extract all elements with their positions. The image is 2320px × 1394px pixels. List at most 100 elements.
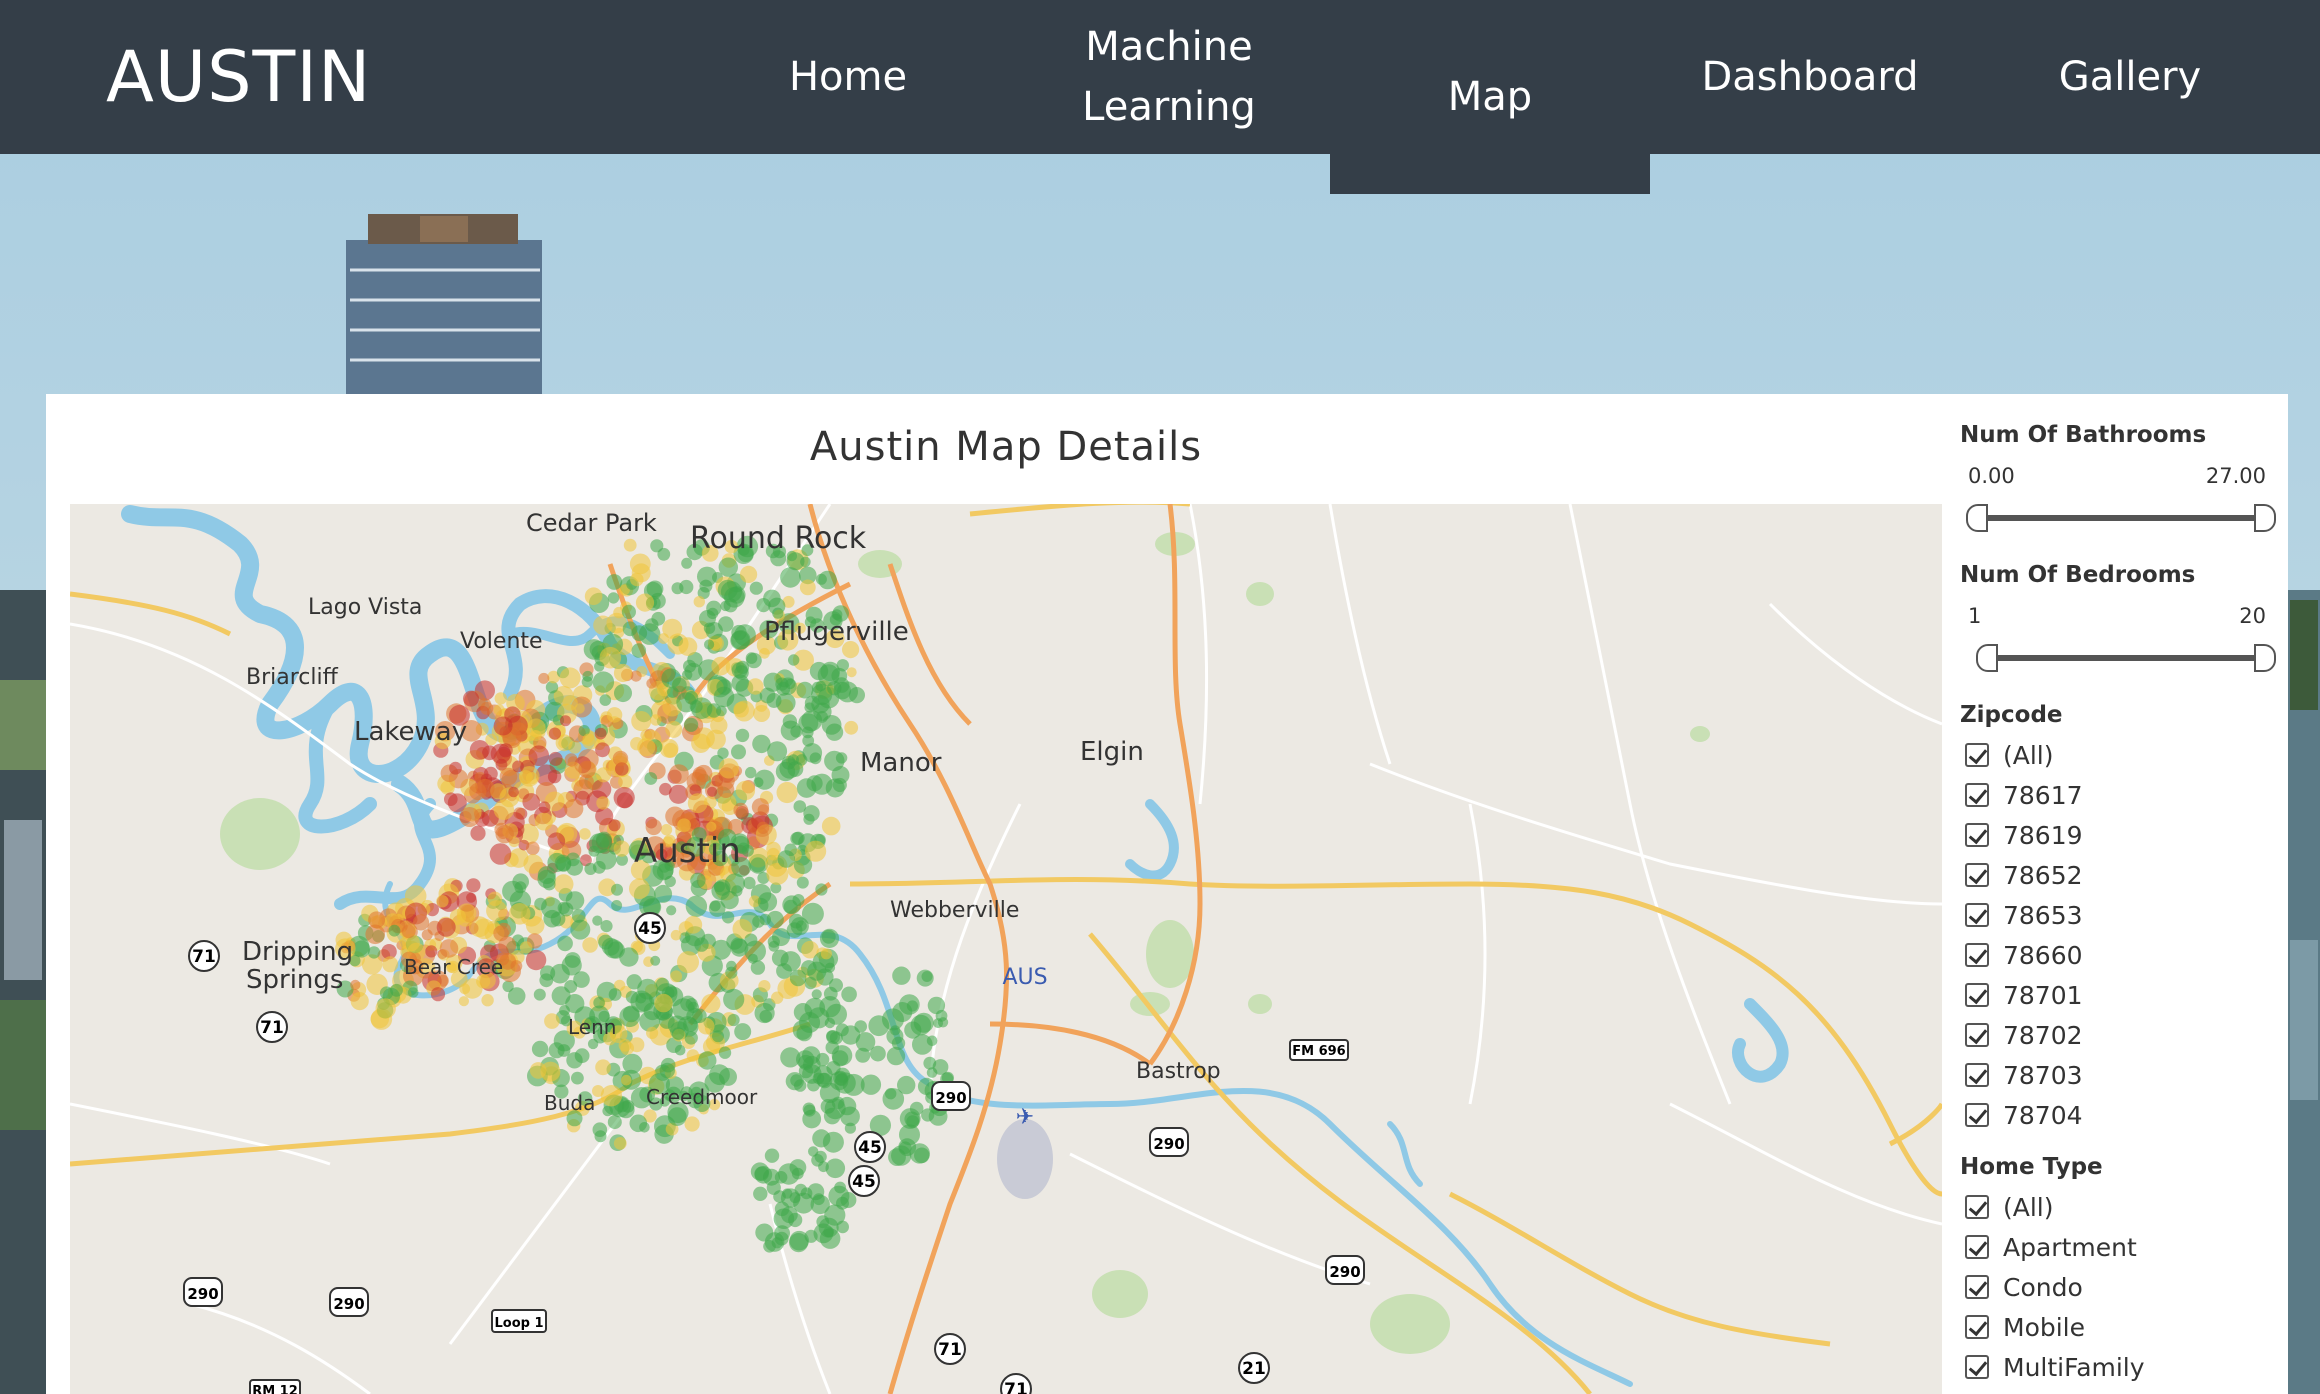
- price-dot: [695, 764, 713, 783]
- price-dot: [763, 589, 781, 608]
- price-dot: [716, 679, 733, 695]
- price-dot: [582, 733, 596, 747]
- price-dot: [775, 692, 796, 713]
- checkbox-checked-icon[interactable]: [1965, 823, 1989, 847]
- price-dot: [793, 800, 807, 813]
- home-type-option[interactable]: Mobile: [1960, 1310, 2085, 1344]
- home-type-option[interactable]: (All): [1960, 1190, 2054, 1224]
- checkbox-checked-icon[interactable]: [1965, 743, 1989, 767]
- label-bastrop: Bastrop: [1136, 1059, 1221, 1084]
- checkbox-checked-icon[interactable]: [1965, 1023, 1989, 1047]
- zipcode-option-label: 78619: [2003, 820, 2083, 850]
- checkbox-checked-icon[interactable]: [1965, 1275, 1989, 1299]
- bathrooms-slider-track[interactable]: [1974, 515, 2268, 521]
- price-dot: [350, 979, 361, 990]
- price-dot: [547, 769, 562, 784]
- bathrooms-max-handle[interactable]: [2254, 504, 2276, 532]
- price-dot: [745, 766, 757, 779]
- home-type-option[interactable]: Apartment: [1960, 1230, 2137, 1264]
- checkbox-checked-icon[interactable]: [1965, 903, 1989, 927]
- checkbox-checked-icon[interactable]: [1965, 1103, 1989, 1127]
- bathrooms-min-handle[interactable]: [1966, 504, 1988, 532]
- checkbox-checked-icon[interactable]: [1965, 1235, 1989, 1259]
- zipcode-option[interactable]: 78702: [1960, 1018, 2083, 1052]
- zipcode-option[interactable]: 78703: [1960, 1058, 2083, 1092]
- price-dot: [537, 866, 556, 885]
- price-dot: [690, 872, 706, 888]
- checkbox-checked-icon[interactable]: [1965, 783, 1989, 807]
- price-dot: [613, 786, 635, 809]
- price-dot: [529, 1062, 547, 1079]
- brand-logo[interactable]: AUSTIN: [106, 30, 371, 124]
- austin-map[interactable]: ✈ Cedar Park Round Rock Lago Vista Pflug…: [70, 504, 1942, 1394]
- price-dot: [456, 903, 477, 923]
- checkbox-checked-icon[interactable]: [1965, 1315, 1989, 1339]
- zipcode-option[interactable]: 78652: [1960, 858, 2083, 892]
- price-dot: [684, 1116, 700, 1132]
- price-dot: [493, 704, 505, 716]
- price-dot: [494, 692, 507, 705]
- price-dot: [639, 1122, 650, 1133]
- nav-gallery[interactable]: Gallery: [1970, 0, 2290, 154]
- price-dot: [659, 738, 679, 758]
- map-canvas[interactable]: ✈ Cedar Park Round Rock Lago Vista Pflug…: [70, 504, 1942, 1394]
- checkbox-checked-icon[interactable]: [1965, 863, 1989, 887]
- zipcode-option[interactable]: 78653: [1960, 898, 2083, 932]
- checkbox-checked-icon[interactable]: [1965, 1063, 1989, 1087]
- zipcode-option[interactable]: 78660: [1960, 938, 2083, 972]
- price-dot: [559, 667, 581, 689]
- price-dot: [714, 879, 731, 896]
- price-dot: [846, 667, 857, 678]
- price-dot: [637, 738, 656, 757]
- checkbox-checked-icon[interactable]: [1965, 983, 1989, 1007]
- nav-dashboard[interactable]: Dashboard: [1650, 0, 1970, 154]
- price-dot: [635, 593, 655, 612]
- svg-text:71: 71: [260, 1018, 284, 1038]
- price-dot: [375, 998, 396, 1019]
- price-dot: [607, 592, 620, 604]
- nav-home[interactable]: Home: [688, 0, 1008, 154]
- price-dot: [646, 678, 657, 689]
- zipcode-option[interactable]: 78701: [1960, 978, 2083, 1012]
- zipcode-option-label: 78703: [2003, 1060, 2083, 1090]
- zipcode-option[interactable]: 78704: [1960, 1098, 2083, 1132]
- home-type-option-label: Condo: [2003, 1272, 2083, 1302]
- price-dot: [718, 758, 739, 779]
- checkbox-checked-icon[interactable]: [1965, 1355, 1989, 1379]
- price-dot: [687, 793, 708, 814]
- price-dot: [631, 711, 652, 731]
- zipcode-option[interactable]: 78619: [1960, 818, 2083, 852]
- bedrooms-slider-track[interactable]: [1984, 655, 2268, 661]
- price-dot: [631, 643, 647, 658]
- bedrooms-max-handle[interactable]: [2254, 644, 2276, 672]
- svg-text:Loop 1: Loop 1: [494, 1316, 543, 1331]
- nav-machine-learning[interactable]: Machine Learning: [1009, 0, 1329, 154]
- price-dot: [594, 727, 607, 740]
- price-dot: [803, 813, 815, 825]
- price-dot: [584, 587, 603, 605]
- zipcode-option[interactable]: 78617: [1960, 778, 2083, 812]
- price-dot: [582, 670, 594, 682]
- price-dot: [815, 1052, 830, 1067]
- price-dot: [660, 1057, 676, 1073]
- price-dot: [534, 897, 547, 911]
- price-dot: [670, 970, 683, 983]
- price-dot: [834, 1181, 846, 1194]
- bedrooms-filter-title: Num Of Bedrooms: [1960, 562, 2196, 588]
- home-type-option[interactable]: MultiFamily: [1960, 1350, 2145, 1384]
- price-dot: [870, 1045, 886, 1062]
- top-navbar: AUSTIN Home Machine Learning Map Dashboa…: [0, 0, 2320, 194]
- home-type-option[interactable]: Condo: [1960, 1270, 2083, 1304]
- price-dot: [718, 557, 738, 577]
- nav-map[interactable]: Map: [1330, 0, 1650, 194]
- checkbox-checked-icon[interactable]: [1965, 943, 1989, 967]
- zipcode-option[interactable]: (All): [1960, 738, 2054, 772]
- price-dot: [681, 557, 693, 569]
- price-dot: [644, 772, 658, 785]
- price-dot: [707, 786, 718, 797]
- price-dot: [654, 884, 673, 903]
- checkbox-checked-icon[interactable]: [1965, 1195, 1989, 1219]
- bedrooms-min-handle[interactable]: [1976, 644, 1998, 672]
- price-dot: [837, 1096, 857, 1116]
- price-dot: [906, 1115, 920, 1129]
